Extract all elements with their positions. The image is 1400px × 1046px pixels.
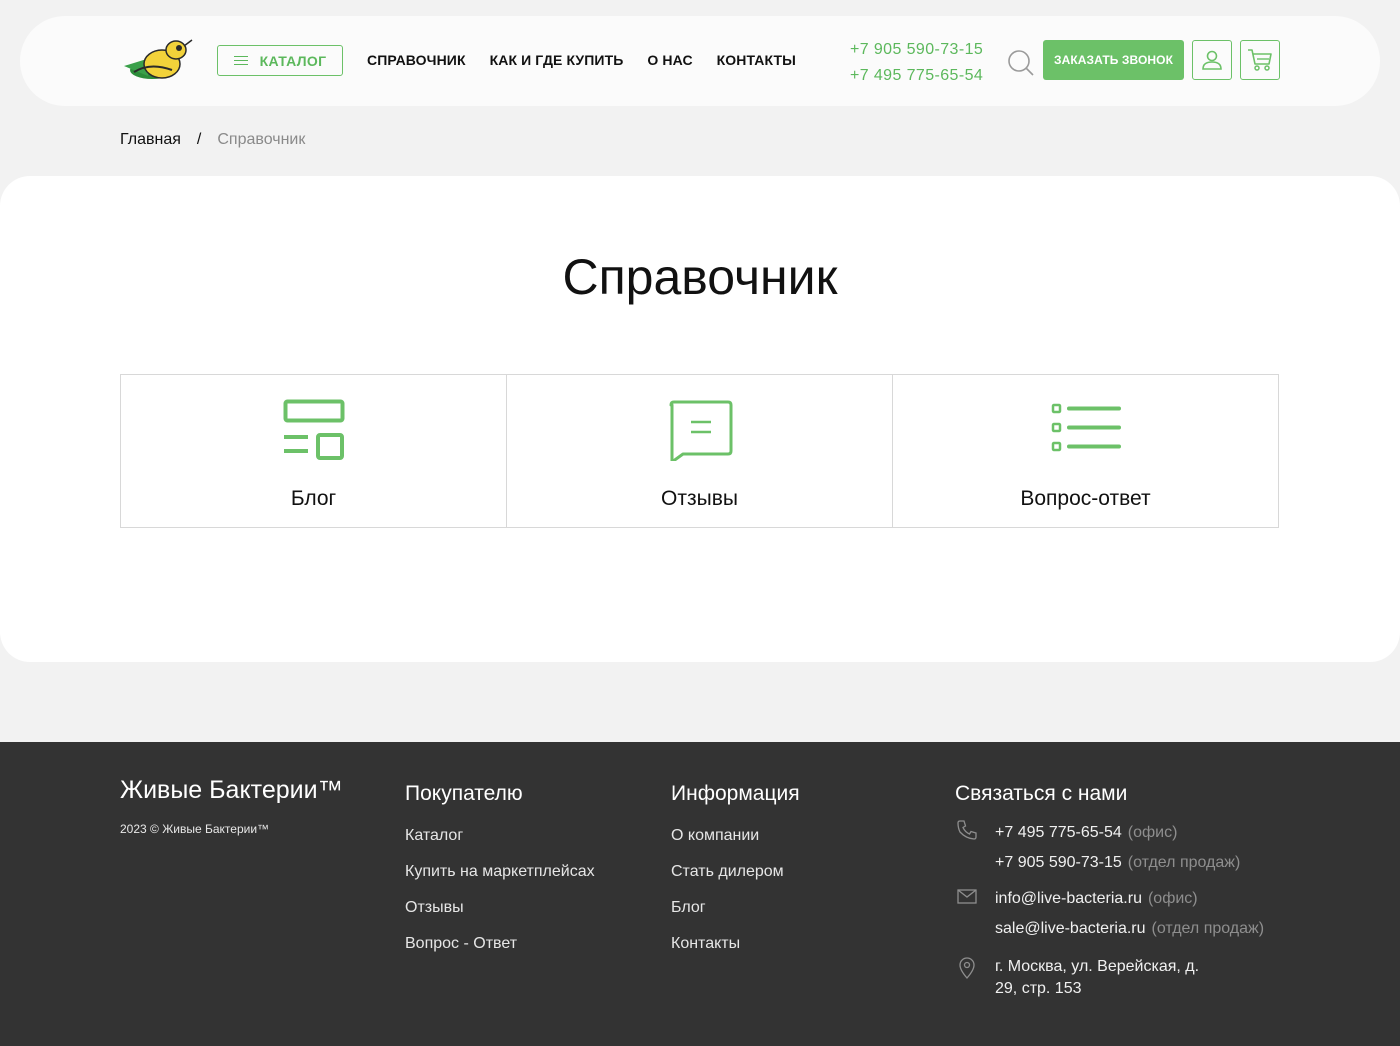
- breadcrumb-current: Справочник: [217, 131, 306, 148]
- footer-buyer-heading: Покупателю: [405, 782, 523, 805]
- main-content: Справочник Блог Отзывы Вопрос-ответ: [0, 176, 1400, 662]
- card-faq-label: Вопрос-ответ: [1020, 487, 1151, 510]
- cart-icon: [1248, 49, 1272, 71]
- footer-buyer-column: Покупателю Каталог Купить на маркетплейс…: [405, 782, 595, 962]
- footer-contact-heading: Связаться с нами: [955, 782, 1128, 805]
- footer-brand: Живые Бактерии™: [120, 776, 343, 804]
- page-title: Справочник: [562, 249, 838, 305]
- account-button[interactable]: [1192, 40, 1232, 80]
- footer-link-about[interactable]: О компании: [671, 818, 800, 854]
- blog-layout-icon: [283, 399, 344, 460]
- footer-link-contacts[interactable]: Контакты: [671, 926, 800, 962]
- footer-copyright: 2023 © Живые Бактерии™: [120, 822, 270, 836]
- footer-link-dealer[interactable]: Стать дилером: [671, 854, 800, 890]
- breadcrumb-home[interactable]: Главная: [120, 131, 181, 149]
- chat-bubble-icon: [669, 400, 732, 461]
- site-footer: Живые Бактерии™ 2023 © Живые Бактерии™ П…: [0, 742, 1400, 1046]
- logo-icon[interactable]: [120, 36, 196, 82]
- location-pin-icon: [959, 957, 975, 979]
- nav-item-how-to-buy[interactable]: КАК И ГДЕ КУПИТЬ: [490, 52, 624, 68]
- cart-button[interactable]: [1240, 40, 1280, 80]
- card-reviews[interactable]: Отзывы: [506, 374, 893, 528]
- footer-emails: info@live-bacteria.ru (офис) sale@live-ba…: [955, 884, 1264, 944]
- breadcrumb: Главная / Справочник: [120, 131, 305, 149]
- list-icon: [1051, 403, 1121, 452]
- footer-contact-column: Связаться с нами +7 495 775-65-54 (офис) …: [955, 782, 1295, 1042]
- card-faq[interactable]: Вопрос-ответ: [892, 374, 1279, 528]
- footer-link-blog[interactable]: Блог: [671, 890, 800, 926]
- footer-email-sales[interactable]: sale@live-bacteria.ru (отдел продаж): [995, 914, 1264, 944]
- phone-icon: [957, 820, 977, 840]
- catalog-label: КАТАЛОГ: [259, 52, 327, 69]
- site-header: КАТАЛОГ СПРАВОЧНИК КАК И ГДЕ КУПИТЬ О НА…: [20, 16, 1380, 106]
- search-icon[interactable]: [1007, 48, 1035, 76]
- footer-info-heading: Информация: [671, 782, 800, 805]
- footer-link-reviews[interactable]: Отзывы: [405, 890, 595, 926]
- footer-phone-sales[interactable]: +7 905 590-73-15 (отдел продаж): [995, 848, 1240, 878]
- reference-cards: Блог Отзывы Вопрос-ответ: [120, 374, 1279, 528]
- footer-link-catalog[interactable]: Каталог: [405, 818, 595, 854]
- order-call-button[interactable]: ЗАКАЗАТЬ ЗВОНОК: [1043, 40, 1184, 80]
- menu-icon: [233, 55, 248, 66]
- card-blog-label: Блог: [290, 487, 337, 510]
- catalog-button[interactable]: КАТАЛОГ: [217, 45, 343, 76]
- footer-phones: +7 495 775-65-54 (офис) +7 905 590-73-15(…: [955, 818, 1240, 878]
- nav-item-about[interactable]: О НАС: [647, 52, 692, 68]
- mail-icon: [957, 889, 977, 904]
- phone-link-mobile[interactable]: +7 905 590-73-15: [850, 37, 983, 63]
- header-phones: +7 905 590-73-15 +7 495 775-65-54: [850, 37, 983, 89]
- footer-email-office[interactable]: info@live-bacteria.ru (офис): [995, 884, 1264, 914]
- user-icon: [1202, 50, 1222, 70]
- phone-link-office[interactable]: +7 495 775-65-54: [850, 63, 983, 89]
- footer-address: г. Москва, ул. Верейская, д. 29, стр. 15…: [995, 958, 1200, 997]
- main-nav: СПРАВОЧНИК КАК И ГДЕ КУПИТЬ О НАС КОНТАК…: [367, 52, 796, 68]
- footer-link-marketplaces[interactable]: Купить на маркетплейсах: [405, 854, 595, 890]
- card-reviews-label: Отзывы: [661, 487, 738, 510]
- footer-info-column: Информация О компании Стать дилером Блог…: [671, 782, 800, 962]
- footer-phone-office[interactable]: +7 495 775-65-54 (офис): [995, 818, 1240, 848]
- nav-item-contacts[interactable]: КОНТАКТЫ: [717, 52, 796, 68]
- nav-item-reference[interactable]: СПРАВОЧНИК: [367, 52, 466, 68]
- footer-address-row: г. Москва, ул. Верейская, д. 29, стр. 15…: [955, 956, 1215, 1000]
- breadcrumb-separator: /: [196, 131, 202, 148]
- card-blog[interactable]: Блог: [120, 374, 507, 528]
- footer-link-faq[interactable]: Вопрос - Ответ: [405, 926, 595, 962]
